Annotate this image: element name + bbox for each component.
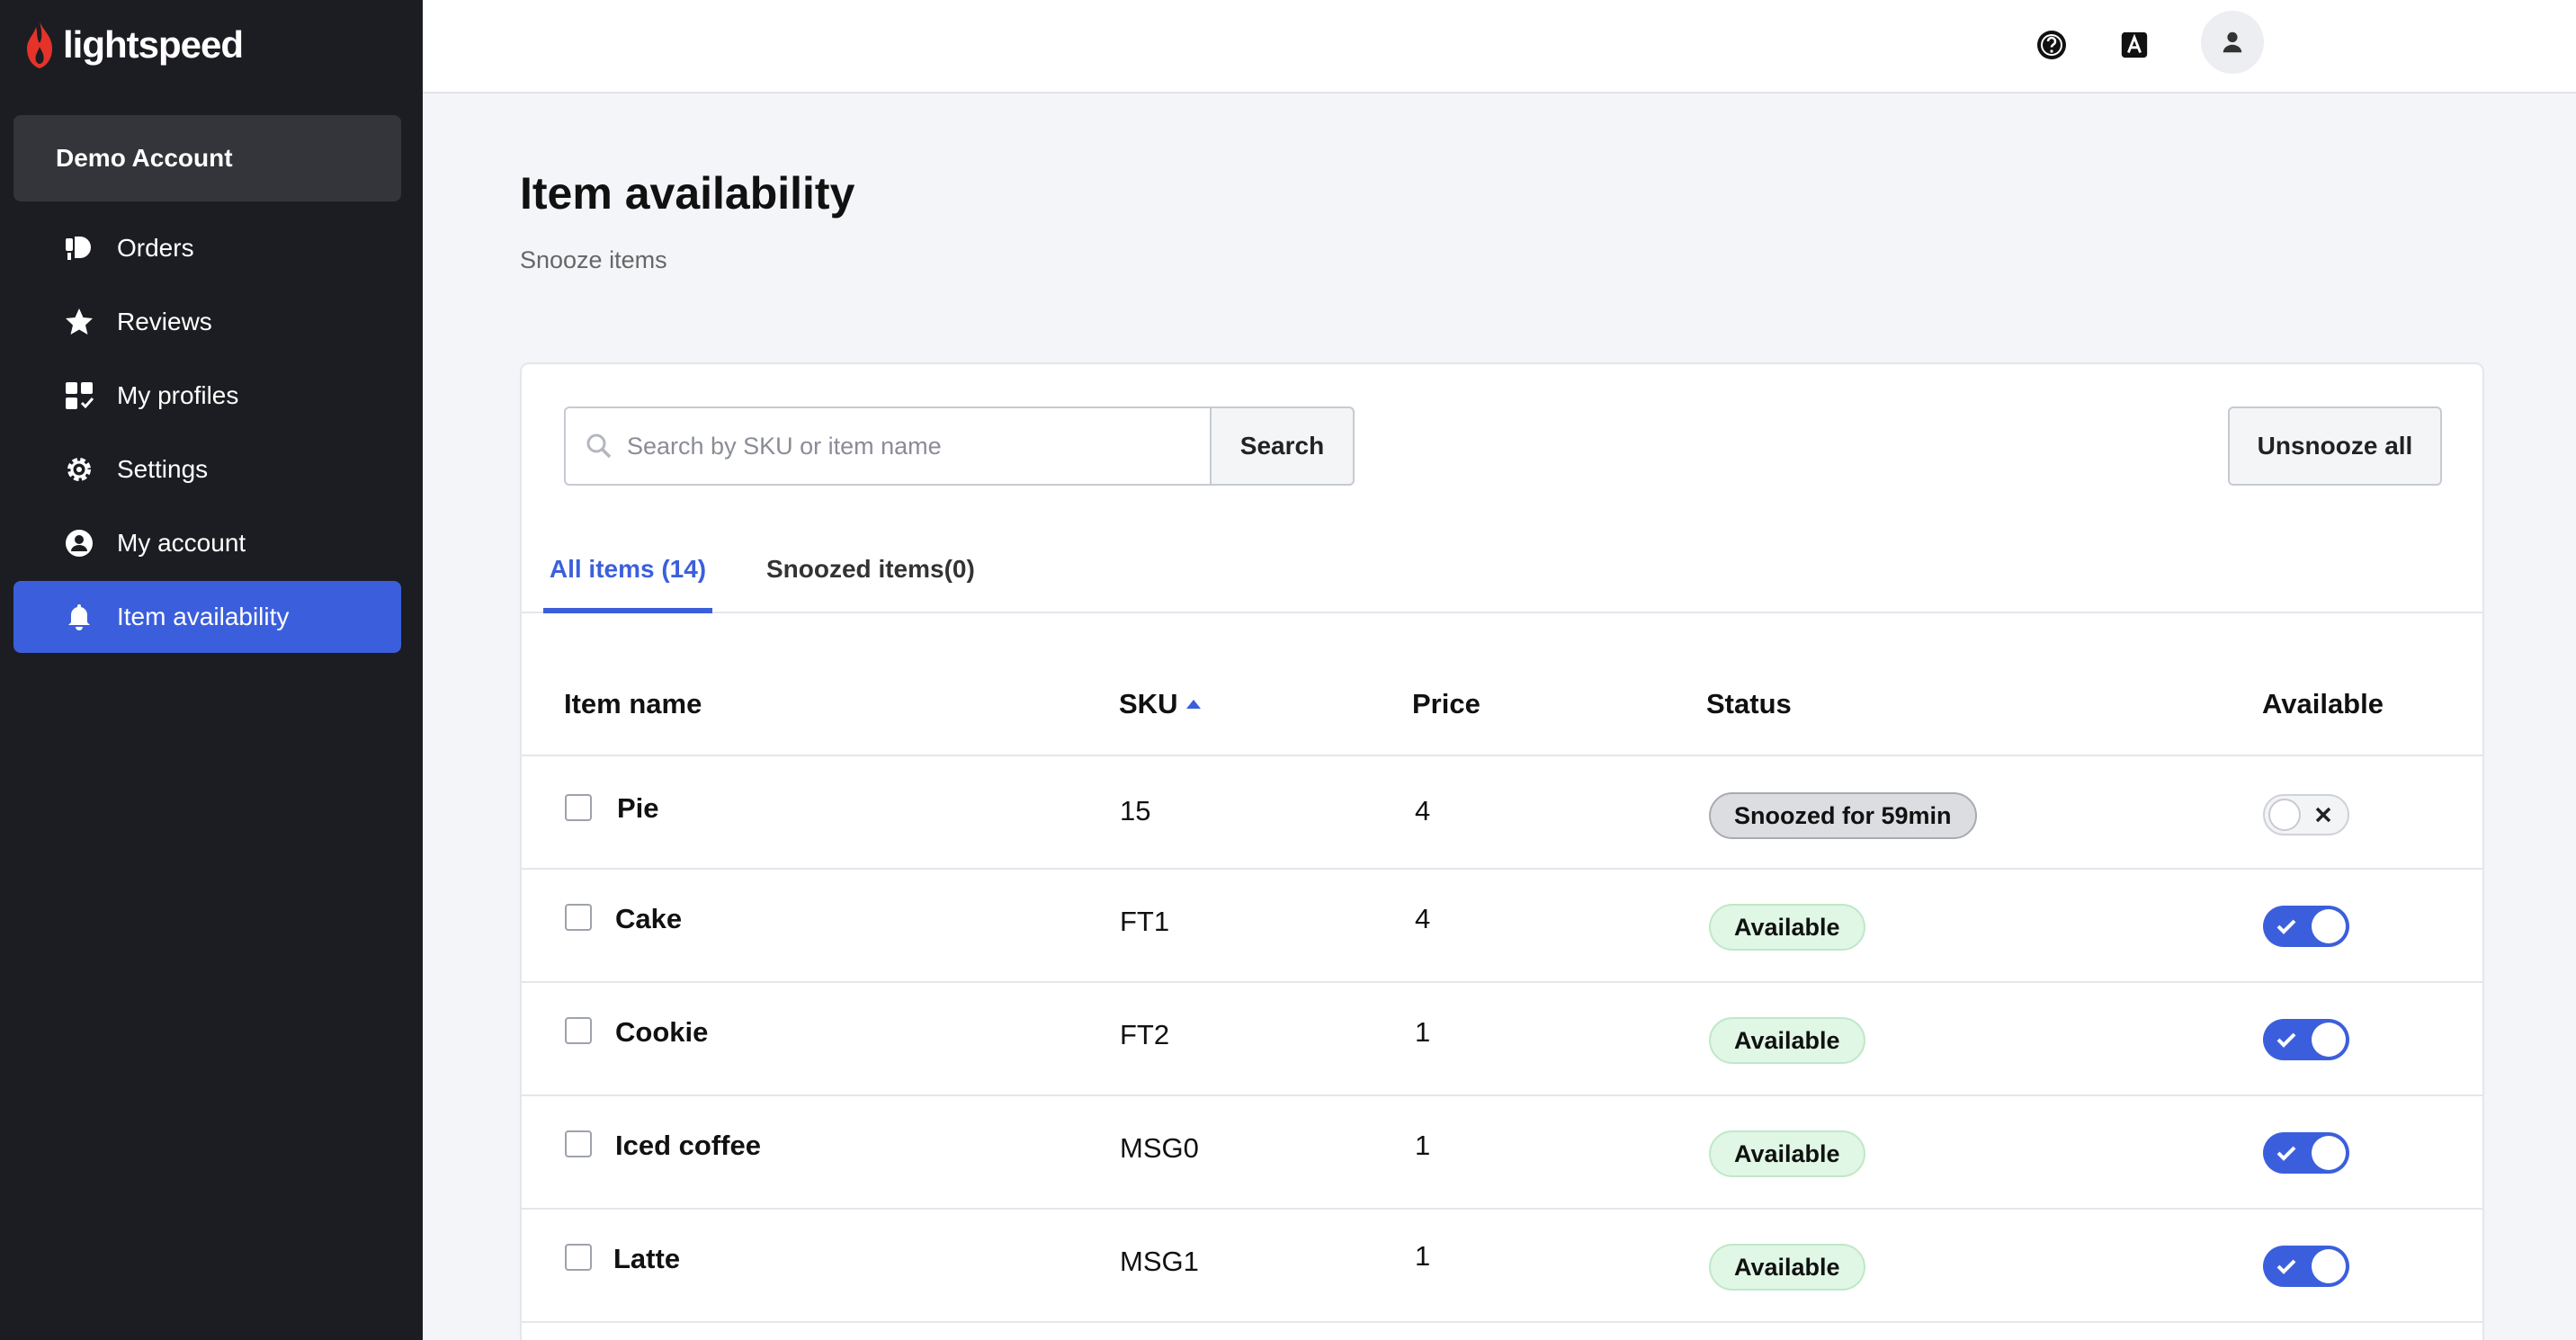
page-title: Item availability	[520, 168, 855, 219]
sidebar-item-my-account[interactable]: My account	[13, 507, 401, 579]
page-subtitle: Snooze items	[520, 246, 667, 273]
sidebar-item-label: Reviews	[117, 308, 212, 335]
user-avatar-button[interactable]	[2201, 11, 2264, 74]
sidebar-item-reviews[interactable]: Reviews	[13, 286, 401, 358]
sidebar-item-label: Orders	[117, 234, 194, 262]
check-icon	[2276, 1146, 2296, 1161]
column-header-item-name[interactable]: Item name	[564, 688, 702, 720]
orders-icon	[63, 232, 95, 264]
item-sku: MSG1	[1120, 1246, 1199, 1277]
availability-toggle[interactable]	[2263, 1246, 2349, 1287]
column-header-sku[interactable]: SKU	[1119, 688, 1202, 720]
sort-ascending-icon	[1186, 700, 1202, 709]
check-icon	[2276, 919, 2296, 934]
item-price: 1	[1415, 1016, 1431, 1048]
column-header-available[interactable]: Available	[2262, 688, 2384, 720]
item-name: Latte	[613, 1243, 681, 1274]
availability-toggle[interactable]	[2263, 1019, 2349, 1060]
account-switcher[interactable]: Demo Account	[13, 115, 401, 201]
help-icon[interactable]	[2034, 27, 2070, 63]
item-sku: FT1	[1120, 906, 1170, 937]
status-badge: Snoozed for 59min	[1709, 792, 1977, 839]
status-badge: Available	[1709, 1130, 1865, 1177]
column-header-status[interactable]: Status	[1706, 688, 1792, 720]
item-sku: MSG0	[1120, 1132, 1199, 1164]
item-name: Cake	[615, 903, 683, 934]
bell-icon	[63, 601, 95, 633]
sidebar-nav: Orders Reviews My profiles Settings My a…	[13, 212, 401, 655]
row-checkbox[interactable]	[565, 1017, 592, 1044]
unsnooze-all-button[interactable]: Unsnooze all	[2228, 406, 2442, 486]
toggle-knob	[2312, 1136, 2346, 1170]
sidebar-item-label: My profiles	[117, 381, 239, 409]
sidebar: lightspeed Demo Account Orders Reviews M…	[0, 0, 423, 1340]
row-checkbox[interactable]	[565, 1244, 592, 1271]
toggle-knob	[2312, 1249, 2346, 1283]
tab-all-items[interactable]: All items (14)	[543, 531, 712, 613]
sidebar-item-settings[interactable]: Settings	[13, 433, 401, 505]
item-sku: 15	[1120, 795, 1151, 826]
status-badge: Available	[1709, 1244, 1865, 1291]
user-icon	[2223, 31, 2242, 53]
table-row: Iced coffee MSG0 1 Available	[522, 1096, 2482, 1210]
toggle-knob	[2268, 799, 2301, 831]
row-checkbox[interactable]	[565, 794, 592, 821]
language-icon[interactable]	[2116, 27, 2152, 63]
item-price: 4	[1415, 903, 1431, 934]
check-icon	[2276, 1259, 2296, 1274]
table-row: Cookie FT2 1 Available	[522, 983, 2482, 1096]
status-badge: Available	[1709, 1017, 1865, 1064]
row-checkbox[interactable]	[565, 904, 592, 931]
item-price: 4	[1415, 795, 1431, 826]
column-header-price[interactable]: Price	[1412, 688, 1480, 720]
user-circle-icon	[63, 527, 95, 559]
sidebar-item-my-profiles[interactable]: My profiles	[13, 360, 401, 432]
logo[interactable]: lightspeed	[22, 20, 244, 70]
availability-toggle[interactable]	[2263, 906, 2349, 947]
close-icon	[2315, 807, 2331, 823]
sidebar-item-label: My account	[117, 529, 246, 557]
table-row: Cake FT1 4 Available	[522, 870, 2482, 983]
flame-logo-icon	[27, 22, 52, 68]
search-icon	[586, 433, 612, 459]
toggle-knob	[2312, 1023, 2346, 1057]
table-header: Item name SKU Price Status Available	[522, 643, 2482, 756]
sidebar-item-label: Item availability	[117, 603, 290, 630]
tab-bar: All items (14) Snoozed items(0)	[522, 531, 2482, 613]
star-icon	[63, 306, 95, 338]
row-checkbox[interactable]	[565, 1130, 592, 1157]
status-badge: Available	[1709, 904, 1865, 951]
profiles-icon	[63, 380, 95, 412]
sidebar-item-item-availability[interactable]: Item availability	[13, 581, 401, 653]
item-name: Iced coffee	[615, 1130, 761, 1161]
item-name: Pie	[617, 792, 659, 824]
item-price: 1	[1415, 1130, 1431, 1161]
search-button[interactable]: Search	[1210, 406, 1355, 486]
gear-icon	[63, 453, 95, 486]
table-row: Latte MSG1 1 Available	[522, 1210, 2482, 1323]
top-bar	[423, 0, 2576, 94]
toggle-knob	[2312, 909, 2346, 943]
search-box	[564, 406, 1212, 486]
item-price: 1	[1415, 1240, 1431, 1272]
sidebar-item-label: Settings	[117, 455, 209, 483]
items-card: Search Unsnooze all All items (14) Snooz…	[520, 362, 2484, 1340]
check-icon	[2276, 1032, 2296, 1048]
brand-name: lightspeed	[63, 23, 244, 66]
table-row: Pie 15 4 Snoozed for 59min	[522, 756, 2482, 870]
item-sku: FT2	[1120, 1019, 1170, 1050]
item-name: Cookie	[615, 1016, 709, 1048]
availability-toggle[interactable]	[2263, 1132, 2349, 1174]
search-input[interactable]	[627, 432, 1185, 460]
sidebar-item-orders[interactable]: Orders	[13, 212, 401, 284]
availability-toggle[interactable]	[2263, 794, 2349, 835]
tab-snoozed-items[interactable]: Snoozed items(0)	[766, 531, 975, 613]
